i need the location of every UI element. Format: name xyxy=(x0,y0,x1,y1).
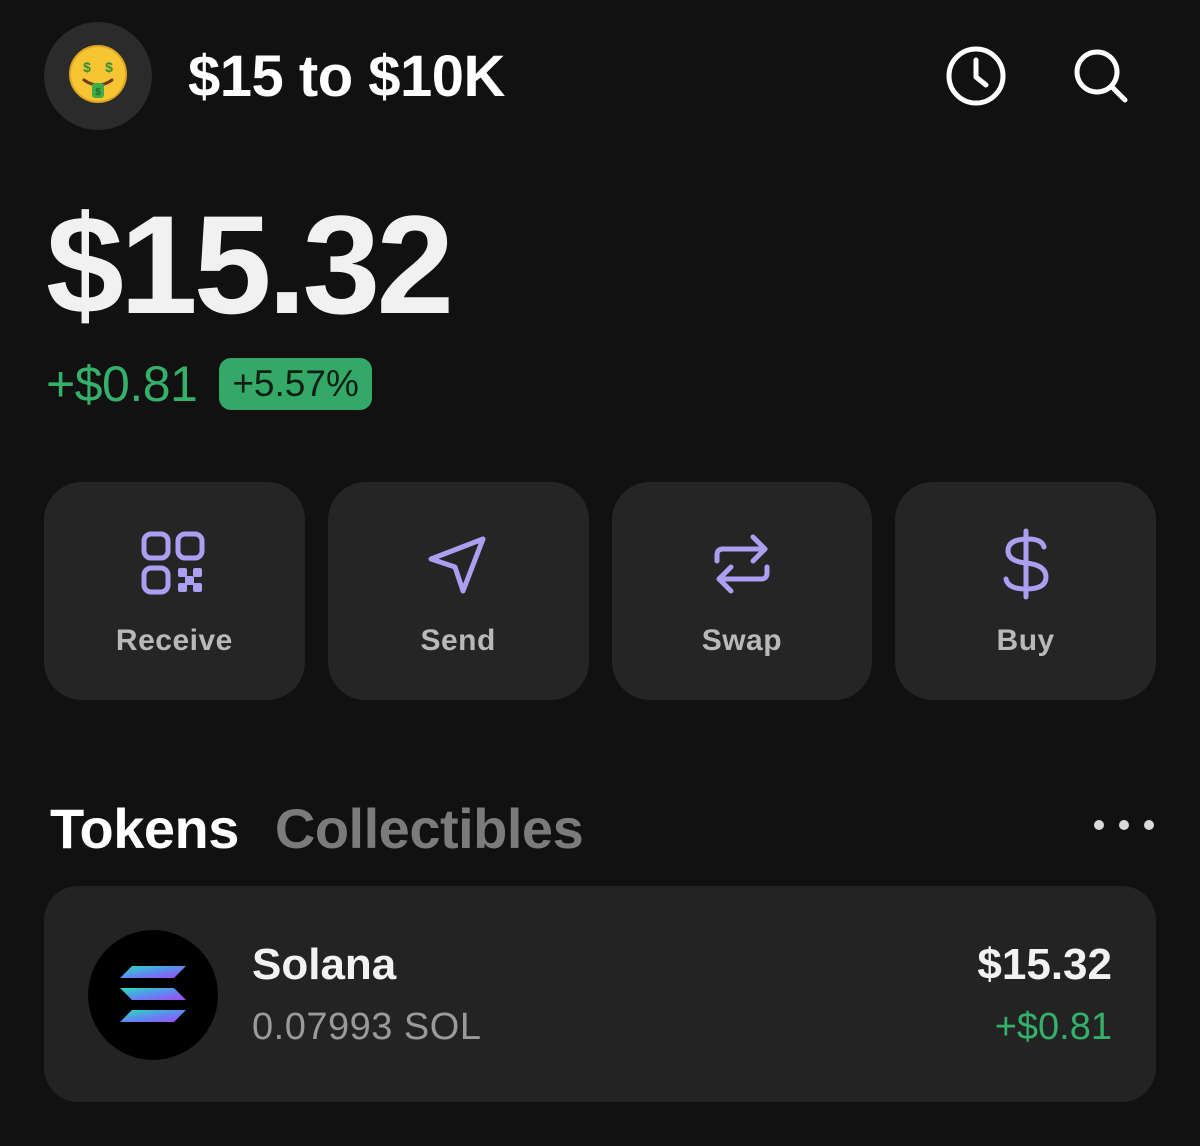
more-icon xyxy=(1144,820,1154,830)
asset-tabs: Tokens Collectibles xyxy=(50,796,584,861)
wallet-screen: $ $ $ $15 to $10K $15.32 +$0.81 +5.57% R… xyxy=(0,0,1200,1146)
balance-change-row: +$0.81 +5.57% xyxy=(46,354,372,414)
token-row-solana[interactable]: Solana 0.07993 SOL $15.32 +$0.81 xyxy=(44,886,1156,1102)
svg-text:$: $ xyxy=(83,59,91,75)
receive-label: Receive xyxy=(115,624,233,657)
token-name: Solana xyxy=(252,940,397,989)
more-options-button[interactable] xyxy=(1094,808,1154,842)
solana-logo-icon xyxy=(88,930,218,1060)
clock-icon xyxy=(946,46,1006,106)
swap-icon xyxy=(706,528,778,600)
receive-button[interactable]: Receive xyxy=(44,482,305,700)
money-face-emoji-icon: $ $ $ xyxy=(66,42,130,111)
balance-change-amount: +$0.81 xyxy=(46,356,198,412)
token-amount: 0.07993 SOL xyxy=(252,1006,482,1048)
tab-collectibles[interactable]: Collectibles xyxy=(275,796,584,861)
total-balance: $15.32 xyxy=(46,186,454,343)
buy-button[interactable]: Buy xyxy=(895,482,1156,700)
more-icon xyxy=(1119,820,1129,830)
balance-change-percent-badge: +5.57% xyxy=(219,358,372,410)
send-icon xyxy=(422,528,494,600)
send-label: Send xyxy=(420,624,496,657)
token-change: +$0.81 xyxy=(994,1006,1112,1048)
wallet-name[interactable]: $15 to $10K xyxy=(188,44,505,110)
history-button[interactable] xyxy=(942,42,1010,110)
action-buttons: Receive Send Swap Buy xyxy=(44,482,1156,700)
header: $ $ $ $15 to $10K xyxy=(0,0,1200,150)
dollar-icon xyxy=(990,528,1062,600)
account-avatar[interactable]: $ $ $ xyxy=(44,22,152,130)
tab-tokens[interactable]: Tokens xyxy=(50,796,239,861)
swap-button[interactable]: Swap xyxy=(611,482,873,700)
search-icon xyxy=(1074,49,1128,103)
search-button[interactable] xyxy=(1067,42,1135,110)
svg-text:$: $ xyxy=(95,87,101,98)
send-button[interactable]: Send xyxy=(327,482,589,700)
swap-label: Swap xyxy=(701,624,783,657)
buy-label: Buy xyxy=(996,624,1055,657)
more-icon xyxy=(1094,820,1104,830)
token-value: $15.32 xyxy=(977,940,1112,989)
svg-text:$: $ xyxy=(105,59,113,75)
qr-code-icon xyxy=(138,528,210,600)
